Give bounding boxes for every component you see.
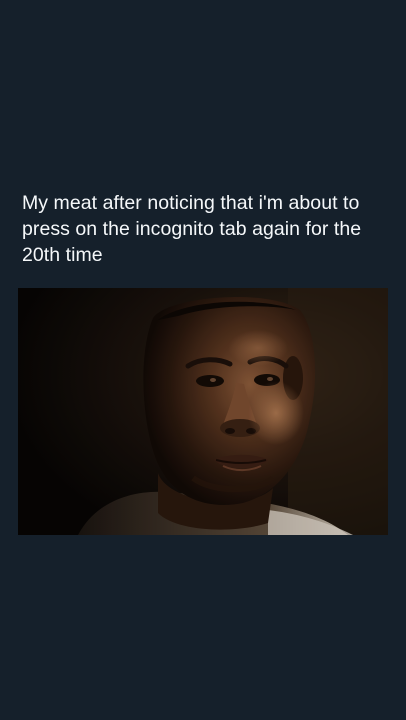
meme-image-art <box>18 288 388 535</box>
post-screen: My meat after noticing that i'm about to… <box>0 0 406 720</box>
meme-image[interactable] <box>18 288 388 535</box>
post-caption: My meat after noticing that i'm about to… <box>22 192 362 266</box>
